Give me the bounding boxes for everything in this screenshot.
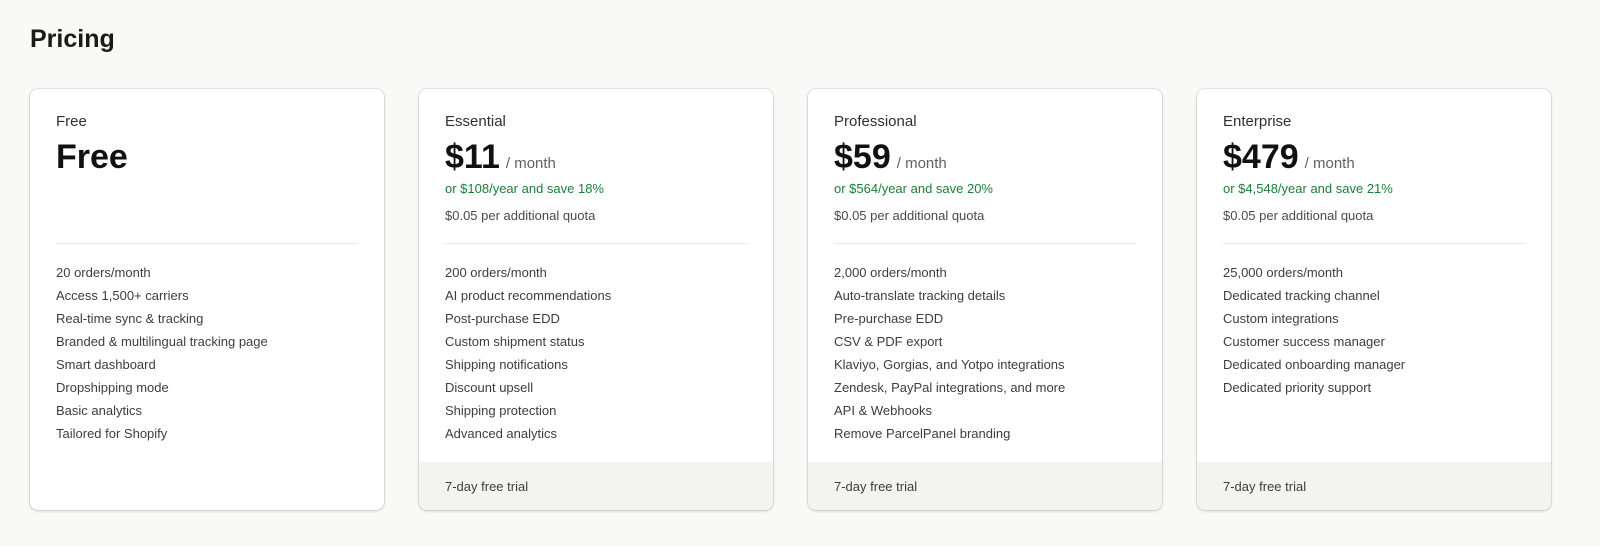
additional-quota-price: $0.05 per additional quota (834, 208, 985, 223)
feature-item: Basic analytics (56, 403, 142, 418)
billing-period: / month (1304, 155, 1355, 172)
price-row: $11 / month (445, 137, 556, 177)
plan-card-professional[interactable]: Professional $59 / month or $564/year an… (808, 89, 1162, 510)
feature-list: 20 orders/month Access 1,500+ carriers R… (56, 261, 268, 445)
feature-item: Shipping protection (445, 403, 557, 418)
feature-item: 20 orders/month (56, 265, 151, 280)
feature-item: Dropshipping mode (56, 380, 169, 395)
feature-item: Customer success manager (1223, 334, 1385, 349)
plan-name: Essential (445, 113, 506, 130)
feature-item: Dedicated tracking channel (1223, 288, 1380, 303)
pricing-plans: Free Free 20 orders/month Access 1,500+ … (30, 89, 1551, 510)
plan-price: Free (56, 138, 128, 176)
feature-item: Smart dashboard (56, 357, 156, 372)
feature-item: Auto-translate tracking details (834, 288, 1006, 303)
feature-item: Advanced analytics (445, 426, 558, 441)
annual-savings: or $564/year and save 20% (834, 181, 993, 196)
divider (834, 243, 1136, 244)
feature-item: AI product recommendations (445, 288, 612, 303)
divider (1223, 243, 1525, 244)
plan-name: Professional (834, 113, 917, 130)
plan-card-essential[interactable]: Essential $11 / month or $108/year and s… (419, 89, 773, 510)
free-trial-footer: 7-day free trial (808, 462, 1162, 510)
divider (445, 243, 747, 244)
plan-price: $479 (1223, 138, 1299, 176)
plan-card-enterprise[interactable]: Enterprise $479 / month or $4,548/year a… (1197, 89, 1551, 510)
feature-item: Real-time sync & tracking (56, 311, 204, 326)
feature-item: Shipping notifications (445, 357, 568, 372)
billing-period: / month (505, 155, 556, 172)
annual-savings: or $4,548/year and save 21% (1223, 181, 1393, 196)
feature-item: 200 orders/month (445, 265, 547, 280)
plan-name: Free (56, 113, 87, 130)
feature-item: Dedicated onboarding manager (1223, 357, 1406, 372)
additional-quota-price: $0.05 per additional quota (445, 208, 596, 223)
feature-list: 25,000 orders/month Dedicated tracking c… (1223, 261, 1405, 399)
feature-item: Dedicated priority support (1223, 380, 1372, 395)
feature-item: Zendesk, PayPal integrations, and more (834, 380, 1066, 395)
plan-card-free[interactable]: Free Free 20 orders/month Access 1,500+ … (30, 89, 384, 510)
feature-item: Discount upsell (445, 380, 534, 395)
feature-item: Remove ParcelPanel branding (834, 426, 1011, 441)
plan-name: Enterprise (1223, 113, 1292, 130)
feature-item: Custom shipment status (445, 334, 585, 349)
price-row: $59 / month (834, 137, 947, 177)
free-trial-footer: 7-day free trial (1197, 462, 1551, 510)
feature-list: 200 orders/month AI product recommendati… (445, 261, 611, 445)
feature-item: Custom integrations (1223, 311, 1339, 326)
feature-item: Access 1,500+ carriers (56, 288, 189, 303)
feature-list: 2,000 orders/month Auto-translate tracki… (834, 261, 1065, 445)
page-title: Pricing (30, 25, 115, 53)
feature-item: Tailored for Shopify (56, 426, 168, 441)
feature-item: API & Webhooks (834, 403, 933, 418)
billing-period: / month (896, 155, 947, 172)
feature-item: Klaviyo, Gorgias, and Yotpo integrations (834, 357, 1065, 372)
feature-item: Branded & multilingual tracking page (56, 334, 268, 349)
feature-item: 25,000 orders/month (1223, 265, 1343, 280)
plan-price: $59 (834, 138, 891, 176)
free-trial-footer: 7-day free trial (419, 462, 773, 510)
divider (56, 243, 358, 244)
feature-item: CSV & PDF export (834, 334, 943, 349)
plan-price: $11 (445, 138, 500, 176)
price-row: Free (56, 137, 128, 177)
additional-quota-price: $0.05 per additional quota (1223, 208, 1374, 223)
feature-item: Post-purchase EDD (445, 311, 560, 326)
annual-savings: or $108/year and save 18% (445, 181, 604, 196)
feature-item: Pre-purchase EDD (834, 311, 944, 326)
feature-item: 2,000 orders/month (834, 265, 947, 280)
price-row: $479 / month (1223, 137, 1355, 177)
